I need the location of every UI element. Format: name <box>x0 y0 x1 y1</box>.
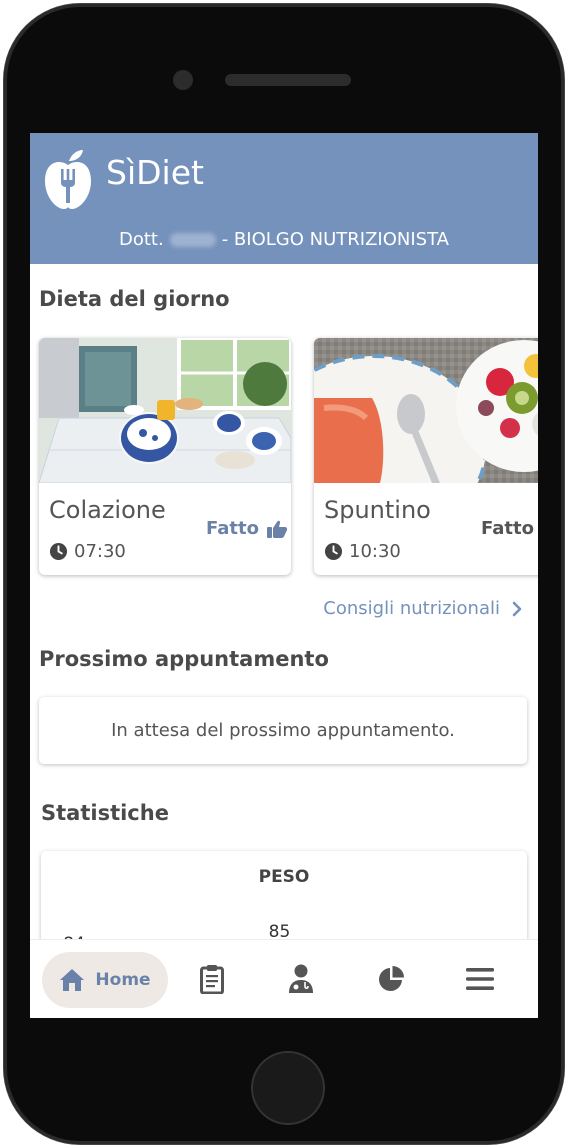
meal-time-value: 10:30 <box>349 541 401 562</box>
bottom-tab-bar: Home <box>30 939 538 1018</box>
clock-icon <box>49 542 68 561</box>
appointment-card: In attesa del prossimo appuntamento. <box>39 697 527 764</box>
done-label: Fatto <box>206 518 259 539</box>
meal-time: 07:30 <box>49 541 126 562</box>
meal-time: 10:30 <box>324 541 401 562</box>
meal-card-spuntino[interactable]: Spuntino 10:30 Fatto <box>314 338 538 575</box>
app-screen: SìDiet Dott. - BIOLGO NUTRIZIONISTA Dieta… <box>30 133 538 1018</box>
doctor-icon <box>289 964 313 993</box>
stats-section-title: Statistiche <box>41 801 169 825</box>
hardware-home-button[interactable] <box>251 1051 325 1125</box>
doctor-role: - BIOLGO NUTRIZIONISTA <box>221 229 449 250</box>
app-header: SìDiet Dott. - BIOLGO NUTRIZIONISTA <box>30 133 538 264</box>
done-label: Fatto <box>481 518 534 539</box>
nutrition-tips-label: Consigli nutrizionali <box>323 598 500 619</box>
menu-icon <box>466 968 494 990</box>
pie-chart-icon <box>379 966 404 991</box>
tab-doctor[interactable] <box>284 962 318 996</box>
tab-home-label: Home <box>95 970 151 990</box>
snack-photo <box>314 338 538 483</box>
meal-name: Spuntino <box>324 496 431 524</box>
nutrition-tips-link[interactable]: Consigli nutrizionali <box>323 598 522 619</box>
apple-fork-logo-icon <box>45 150 91 209</box>
meal-card-colazione[interactable]: Colazione 07:30 Fatto <box>39 338 291 575</box>
meal-time-value: 07:30 <box>74 541 126 562</box>
clock-icon <box>324 542 343 561</box>
doctor-info: Dott. - BIOLGO NUTRIZIONISTA <box>30 229 538 250</box>
breakfast-photo <box>39 338 291 483</box>
tab-statistics[interactable] <box>374 962 408 996</box>
chevron-right-icon <box>512 601 522 616</box>
diet-section-title: Dieta del giorno <box>39 287 230 311</box>
doctor-name-redacted <box>169 233 216 247</box>
app-title: SìDiet <box>106 153 204 192</box>
done-button[interactable]: Fatto <box>206 518 288 539</box>
front-camera <box>173 70 193 90</box>
done-button[interactable]: Fatto <box>481 518 538 539</box>
appointment-message: In attesa del prossimo appuntamento. <box>111 720 455 741</box>
tab-diet-plan[interactable] <box>195 962 229 996</box>
meal-name: Colazione <box>49 496 166 524</box>
tab-menu[interactable] <box>463 962 497 996</box>
thumbs-up-icon <box>266 520 288 538</box>
doctor-prefix: Dott. <box>119 229 164 250</box>
clipboard-icon <box>200 965 224 994</box>
tab-home[interactable]: Home <box>42 952 168 1008</box>
appointment-section-title: Prossimo appuntamento <box>39 647 329 671</box>
earpiece-speaker <box>225 74 351 86</box>
home-icon <box>60 969 85 991</box>
